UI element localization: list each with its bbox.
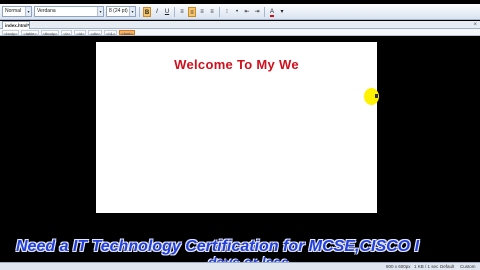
font-select-value: Verdana — [37, 8, 56, 14]
tag-div[interactable]: <div> — [88, 29, 103, 36]
highlight-color-icon[interactable]: ▾ — [278, 7, 286, 17]
outdent-icon[interactable]: ⇤ — [243, 7, 251, 17]
document-tab-bar: index.html* × — [0, 21, 480, 29]
align-center-icon[interactable]: ≡ — [188, 6, 196, 17]
tag-body[interactable]: <body> — [2, 29, 20, 36]
tag-tr[interactable]: <tr> — [61, 29, 73, 36]
page-canvas[interactable]: Welcome To My We — [96, 42, 377, 213]
tag-tbody[interactable]: <tbody> — [40, 29, 60, 36]
video-caption-banner: Need a IT Technology Certification for M… — [0, 238, 480, 262]
style-select[interactable]: Normal ▾ — [2, 6, 32, 17]
justify-icon[interactable]: ≡ — [208, 7, 216, 17]
mouse-cursor-highlight — [364, 88, 379, 105]
status-mode: Default — [440, 264, 455, 269]
chevron-down-icon: ▾ — [129, 7, 135, 16]
toolbar-separator — [174, 6, 175, 17]
document-tab-index[interactable]: index.html* — [2, 21, 30, 29]
text-color-icon[interactable]: A — [268, 7, 276, 17]
banner-line-2: days or less — [208, 254, 289, 262]
italic-button[interactable]: I — [153, 7, 161, 17]
style-select-value: Normal — [5, 8, 22, 14]
status-size-time: 1 KB / 1 sec — [414, 264, 439, 269]
bulleted-list-icon[interactable]: • — [233, 7, 241, 17]
tag-h1[interactable]: <h1> — [104, 29, 118, 36]
font-size-value: 8 (24 pt) — [109, 8, 128, 14]
status-bar: 800 x 600px 1 KB / 1 sec Default Custom — [0, 262, 480, 270]
align-left-icon[interactable]: ≡ — [178, 7, 186, 17]
status-dimensions[interactable]: 800 x 600px — [386, 263, 411, 270]
bold-button[interactable]: B — [143, 6, 151, 17]
toolbar-separator — [264, 6, 265, 17]
indent-icon[interactable]: ⇥ — [253, 7, 261, 17]
tag-table[interactable]: <table> — [21, 29, 39, 36]
toolbar-separator — [139, 6, 140, 17]
chevron-down-icon: ▾ — [97, 7, 103, 16]
numbered-list-icon[interactable]: ⁝ — [223, 7, 231, 17]
formatting-toolbar: Normal ▾ Verdana ▾ 8 (24 pt) ▾ B I U ≡ ≡… — [0, 4, 480, 20]
status-view: Custom — [460, 264, 476, 269]
chevron-down-icon: ▾ — [25, 7, 31, 16]
tag-selector-bar: <body> <table> <tbody> <tr> <td> <div> <… — [0, 29, 480, 36]
font-size-select[interactable]: 8 (24 pt) ▾ — [106, 6, 136, 17]
page-heading[interactable]: Welcome To My We — [96, 57, 377, 72]
document-tab-label: index.html* — [5, 23, 30, 28]
close-icon[interactable]: × — [473, 21, 477, 29]
toolbar-separator — [219, 6, 220, 17]
tag-font[interactable]: <font> — [119, 29, 135, 36]
tag-td[interactable]: <td> — [74, 29, 87, 36]
underline-button[interactable]: U — [163, 7, 171, 17]
align-right-icon[interactable]: ≡ — [198, 7, 206, 17]
design-view[interactable]: Welcome To My We — [0, 36, 480, 262]
font-select[interactable]: Verdana ▾ — [34, 6, 104, 17]
